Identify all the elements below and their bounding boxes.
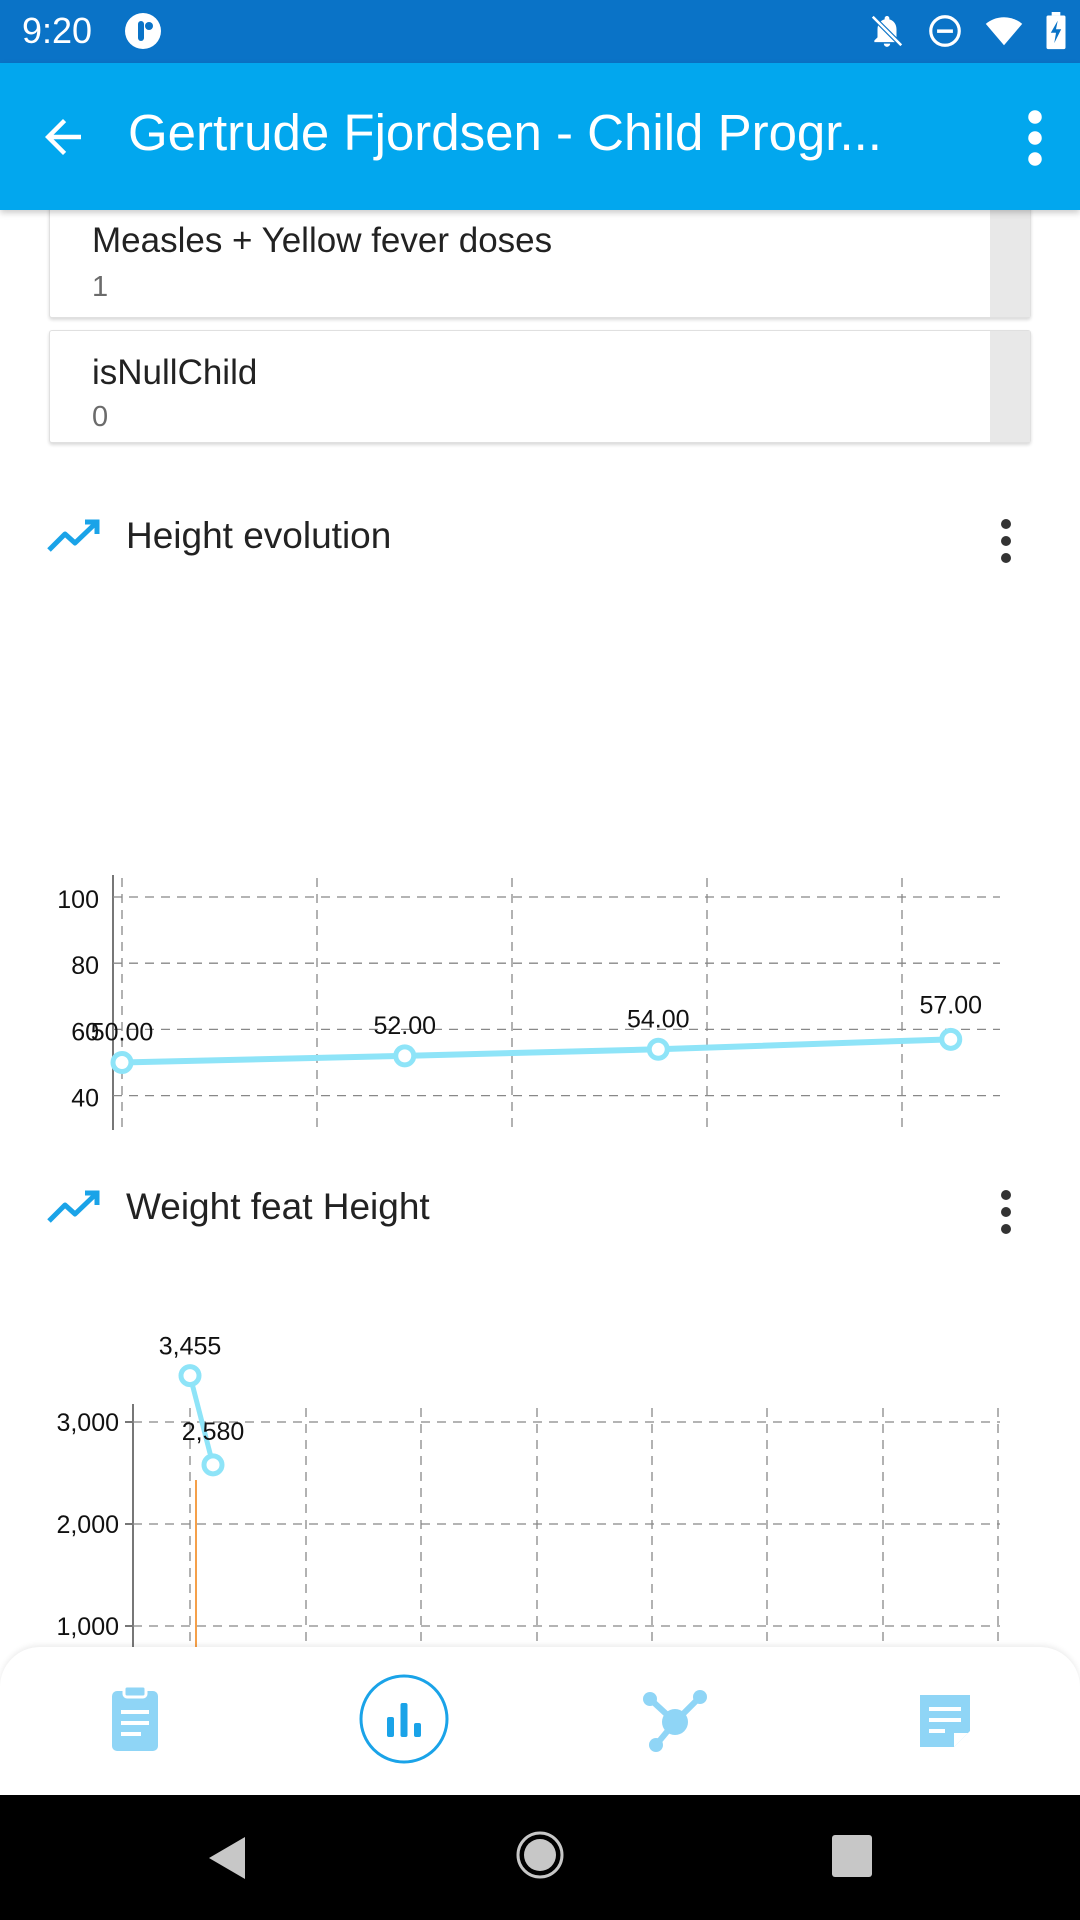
indicator-value: 1 xyxy=(92,271,109,303)
nav-home-icon[interactable] xyxy=(515,1830,565,1880)
data-label: 3,455 xyxy=(159,1333,222,1361)
section-title-weight: Weight feat Height xyxy=(126,1186,430,1227)
data-label: 2,580 xyxy=(182,1418,245,1446)
notification-app-icon xyxy=(125,13,161,49)
trending-up-icon xyxy=(47,519,100,552)
dashboard-content[interactable]: Measles + Yellow fever doses 1 isNullChi… xyxy=(0,210,1080,1647)
section-title-height: Height evolution xyxy=(126,515,392,556)
chart-menu-icon[interactable] xyxy=(998,518,1014,564)
app-bar: Gertrude Fjordsen - Child Progr... xyxy=(0,63,1080,210)
data-point xyxy=(201,1453,225,1477)
battery-charging-icon xyxy=(1046,12,1066,50)
data-label: 50.00 xyxy=(91,1019,154,1047)
indicator-card[interactable]: Measles + Yellow fever doses 1 xyxy=(49,210,1031,318)
indicator-value: 0 xyxy=(92,401,109,433)
nav-back-icon[interactable] xyxy=(205,1835,249,1881)
height-evolution-chart: 020406080100Jan 19, 2021Feb 8, 2021Feb 2… xyxy=(57,875,1000,1130)
notifications-off-icon xyxy=(871,15,903,47)
data-point xyxy=(110,1051,134,1074)
overflow-menu-icon[interactable] xyxy=(1014,108,1056,168)
notes-icon[interactable] xyxy=(900,1677,990,1767)
data-label: 52.00 xyxy=(373,1012,436,1040)
y-tick-label: 100 xyxy=(57,886,99,914)
trending-up-icon xyxy=(47,1190,100,1223)
clipboard-icon[interactable] xyxy=(90,1677,180,1767)
weight-height-chart: 1,000 2,000 3,000 3,455 2,580 xyxy=(56,1333,1000,1647)
data-point xyxy=(939,1027,963,1051)
data-point xyxy=(178,1364,202,1388)
y-tick-label: 1,000 xyxy=(56,1613,119,1641)
wifi-icon xyxy=(985,17,1023,46)
back-arrow-icon[interactable] xyxy=(36,110,90,164)
relationships-icon[interactable] xyxy=(630,1677,720,1767)
bottom-navigation xyxy=(0,1647,1080,1795)
indicator-card[interactable]: isNullChild 0 xyxy=(49,330,1031,443)
y-tick-label: 40 xyxy=(71,1085,99,1113)
bar-chart-icon[interactable] xyxy=(358,1673,450,1765)
status-bar: 9:20 xyxy=(0,0,1080,63)
page-title: Gertrude Fjordsen - Child Progr... xyxy=(128,104,882,161)
system-navigation-bar xyxy=(0,1795,1080,1920)
y-tick-label: 2,000 xyxy=(56,1511,119,1539)
data-label: 54.00 xyxy=(627,1005,690,1033)
chart-menu-icon[interactable] xyxy=(998,1189,1014,1235)
indicator-label: Measles + Yellow fever doses xyxy=(92,221,553,260)
indicator-label: isNullChild xyxy=(92,353,258,392)
nav-recents-icon[interactable] xyxy=(832,1835,872,1877)
data-label: 57.00 xyxy=(919,991,982,1019)
y-tick-label: 3,000 xyxy=(56,1409,119,1437)
series-line-height xyxy=(121,1036,951,1066)
data-point xyxy=(646,1037,670,1061)
data-point xyxy=(393,1044,417,1068)
y-tick-label: 80 xyxy=(71,952,99,980)
do-not-disturb-icon xyxy=(929,15,961,47)
status-time: 9:20 xyxy=(22,10,93,51)
